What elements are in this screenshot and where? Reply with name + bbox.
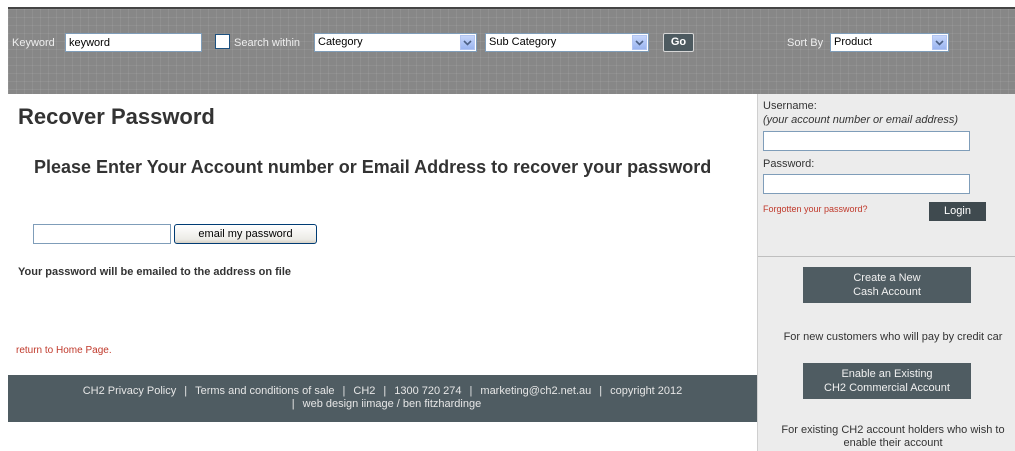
create-cash-account-button[interactable]: Create a New Cash Account bbox=[803, 267, 971, 303]
enable-commercial-account-button[interactable]: Enable an Existing CH2 Commercial Accoun… bbox=[803, 363, 971, 399]
account-or-email-input[interactable] bbox=[33, 224, 171, 244]
recover-instructions: Please Enter Your Account number or Emai… bbox=[34, 157, 712, 177]
footer-email-link[interactable]: marketing@ch2.net.au bbox=[480, 385, 591, 397]
footer: CH2 Privacy Policy | Terms and conditions … bbox=[8, 375, 757, 422]
create-cash-account-line1: Create a New bbox=[853, 272, 921, 284]
login-panel: Username: (your account number or email … bbox=[758, 94, 1015, 256]
window-top-edge bbox=[0, 0, 1015, 7]
chevron-down-icon bbox=[932, 35, 947, 50]
footer-separator: | bbox=[184, 385, 188, 397]
search-within-checkbox[interactable] bbox=[215, 34, 230, 49]
footer-link-terms[interactable]: Terms and conditions of sale bbox=[195, 385, 334, 397]
footer-separator: | bbox=[342, 385, 346, 397]
keyword-input[interactable] bbox=[65, 33, 202, 52]
login-button[interactable]: Login bbox=[929, 202, 986, 221]
search-within-label: Search within bbox=[234, 37, 301, 49]
sidebar: Username: (your account number or email … bbox=[757, 94, 1015, 451]
sort-by-label: Sort By bbox=[787, 37, 824, 49]
main-content: Recover Password Please Enter Your Accou… bbox=[8, 94, 757, 451]
footer-separator: | bbox=[291, 398, 295, 410]
chevron-down-icon bbox=[632, 35, 647, 50]
sub-category-select-value: Sub Category bbox=[489, 36, 557, 48]
sort-by-select-value: Product bbox=[834, 36, 872, 48]
footer-credit-row: | web design iimage / ben fitzhardinge bbox=[8, 398, 757, 411]
search-bar: Keyword Search within Category Sub Categ… bbox=[8, 7, 1015, 94]
footer-link-privacy[interactable]: CH2 Privacy Policy bbox=[83, 385, 177, 397]
username-input[interactable] bbox=[763, 131, 970, 151]
info-text: Your password will be emailed to the add… bbox=[18, 266, 292, 278]
sort-by-select[interactable]: Product bbox=[830, 33, 949, 52]
footer-copyright: copyright 2012 bbox=[610, 385, 683, 397]
footer-credit[interactable]: web design iimage / ben fitzhardinge bbox=[303, 398, 482, 410]
category-select-value: Category bbox=[318, 36, 363, 48]
footer-separator: | bbox=[469, 385, 473, 397]
email-my-password-button[interactable]: email my password bbox=[174, 224, 317, 244]
commercial-desc-line2: enable their account bbox=[843, 437, 943, 449]
go-button[interactable]: Go bbox=[663, 33, 694, 52]
sidebar-divider bbox=[758, 256, 1015, 257]
commercial-account-description: For existing CH2 account holders who wis… bbox=[758, 424, 1015, 450]
username-hint: (your account number or email address) bbox=[763, 114, 959, 126]
create-cash-account-line2: Cash Account bbox=[853, 286, 921, 298]
footer-separator: | bbox=[383, 385, 387, 397]
footer-separator: | bbox=[599, 385, 603, 397]
password-input[interactable] bbox=[763, 174, 970, 194]
chevron-down-icon bbox=[460, 35, 475, 50]
keyword-label: Keyword bbox=[12, 37, 55, 49]
page-title: Recover Password bbox=[18, 104, 215, 129]
username-label: Username: bbox=[763, 100, 817, 112]
enable-commercial-line1: Enable an Existing bbox=[841, 368, 933, 380]
sub-category-select[interactable]: Sub Category bbox=[485, 33, 649, 52]
window-left-edge bbox=[0, 0, 8, 451]
password-label: Password: bbox=[763, 158, 815, 170]
commercial-desc-line1: For existing CH2 account holders who wis… bbox=[781, 424, 1005, 436]
forgot-password-link[interactable]: Forgotten your password? bbox=[763, 204, 868, 214]
footer-links-row: CH2 Privacy Policy | Terms and conditions … bbox=[8, 385, 757, 398]
footer-link-ch2[interactable]: CH2 bbox=[353, 385, 375, 397]
category-select[interactable]: Category bbox=[314, 33, 477, 52]
return-home-link[interactable]: return to Home Page. bbox=[16, 345, 112, 356]
enable-commercial-line2: CH2 Commercial Account bbox=[824, 382, 950, 394]
footer-phone: 1300 720 274 bbox=[394, 385, 462, 397]
cash-account-description: For new customers who will pay by credit… bbox=[783, 331, 1003, 343]
